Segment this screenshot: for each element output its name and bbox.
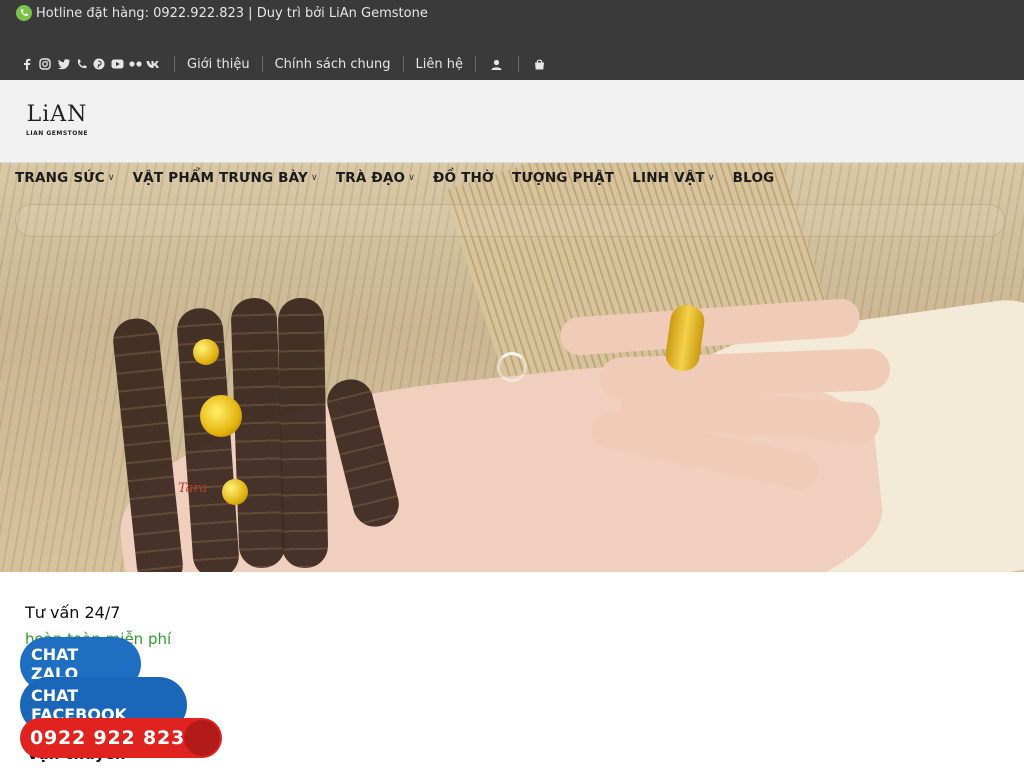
facebook-icon[interactable] [18, 56, 36, 72]
youtube-icon[interactable] [108, 56, 126, 72]
logo[interactable]: LiAN LIAN GEMSTONE [25, 102, 89, 142]
call-button[interactable]: 0922 922 823 [20, 718, 222, 758]
nav-label: ĐỒ THỜ [433, 170, 494, 186]
gold-bead [193, 339, 219, 365]
site-header: LiAN LIAN GEMSTONE [0, 80, 1024, 163]
gold-flower-bead [200, 395, 242, 437]
instagram-icon[interactable] [36, 56, 54, 72]
flickr-icon[interactable] [126, 56, 144, 72]
chevron-down-icon: ∨ [311, 173, 318, 183]
nav-label: TRANG SỨC [15, 170, 105, 186]
chevron-down-icon: ∨ [408, 173, 415, 183]
nav-tea[interactable]: TRÀ ĐẠO ∨ [336, 170, 415, 186]
top-bar: Hotline đặt hàng: 0922.922.823 | Duy trì… [0, 0, 1024, 80]
loading-spinner [497, 352, 527, 382]
nav-display-items[interactable]: VẬT PHẨM TRƯNG BÀY ∨ [133, 170, 318, 186]
link-about[interactable]: Giới thiệu [187, 57, 250, 72]
user-icon[interactable] [488, 56, 506, 72]
phone-circle-icon [184, 720, 220, 756]
twitter-icon[interactable] [54, 56, 72, 72]
hotline: Hotline đặt hàng: 0922.922.823 | Duy trì… [16, 5, 428, 21]
logo-mark: LiAN [26, 102, 88, 127]
divider [402, 56, 404, 72]
consult-title: Tư vấn 24/7 [25, 603, 121, 622]
divider [517, 56, 519, 72]
link-policy[interactable]: Chính sách chung [275, 57, 391, 72]
gold-bead [222, 479, 248, 505]
nav-buddha-statues[interactable]: TƯỢNG PHẬT [512, 170, 614, 186]
call-number: 0922 922 823 [30, 727, 186, 749]
hotline-text: Hotline đặt hàng: 0922.922.823 | Duy trì… [36, 5, 428, 21]
nav-label: VẬT PHẨM TRƯNG BÀY [132, 170, 309, 186]
chevron-down-icon: ∨ [107, 173, 115, 183]
cart-icon[interactable] [531, 56, 549, 72]
nav-mascots[interactable]: LINH VẬT ∨ [632, 170, 714, 186]
phone-icon[interactable] [72, 56, 90, 72]
hero-watermark: Tara [178, 481, 208, 496]
nav-jewelry[interactable]: TRANG SỨC ∨ [15, 170, 115, 186]
nav-label: LINH VẬT [632, 170, 705, 186]
chevron-down-icon: ∨ [707, 173, 715, 183]
divider [261, 56, 263, 72]
search-input[interactable] [16, 205, 1004, 236]
nav-label: TRÀ ĐẠO [335, 170, 406, 186]
nav-label: BLOG [732, 170, 775, 186]
main-nav: TRANG SỨC ∨ VẬT PHẨM TRƯNG BÀY ∨ TRÀ ĐẠO ∨ … [15, 170, 792, 186]
divider [474, 56, 476, 72]
nav-label: TƯỢNG PHẬT [512, 170, 615, 186]
divider [174, 56, 175, 72]
link-contact[interactable]: Liên hệ [416, 57, 463, 72]
bracelet [277, 297, 329, 569]
top-nav: Giới thiệu Chính sách chung Liên hệ [18, 56, 549, 72]
pinterest-icon[interactable] [90, 56, 108, 72]
vk-icon[interactable] [144, 56, 162, 72]
logo-text: LIAN GEMSTONE [26, 130, 88, 137]
nav-worship[interactable]: ĐỒ THỜ [433, 170, 494, 186]
nav-blog[interactable]: BLOG [733, 170, 775, 186]
whatsapp-icon [16, 5, 32, 21]
search-bar [15, 204, 1005, 237]
